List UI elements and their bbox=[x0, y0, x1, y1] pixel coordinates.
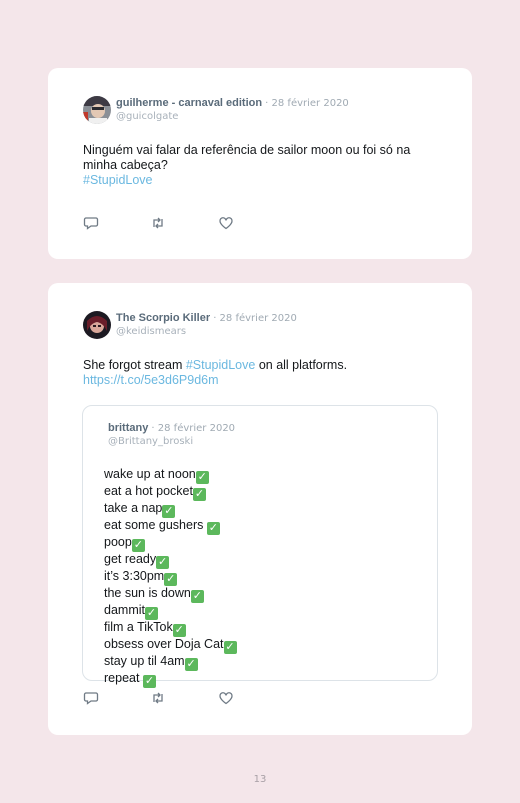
author-handle[interactable]: @keidismears bbox=[116, 325, 297, 338]
check-mark-icon: ✓ bbox=[184, 658, 198, 671]
check-mark-icon: ✓ bbox=[206, 522, 220, 535]
quoted-list-item: film a TikTok ✓ bbox=[104, 620, 237, 637]
tweet-actions bbox=[83, 690, 243, 706]
check-mark-icon: ✓ bbox=[195, 471, 209, 484]
quoted-date: · 28 février 2020 bbox=[151, 423, 236, 434]
page-number: 13 bbox=[253, 774, 267, 785]
quoted-list-text: stay up til 4am bbox=[104, 654, 185, 668]
url-link[interactable]: https://t.co/5e3d6P9d6m bbox=[83, 373, 443, 388]
tweet-text: She forgot stream #StupidLove on all pla… bbox=[83, 358, 443, 388]
quoted-list-item: get ready ✓ bbox=[104, 552, 237, 569]
quoted-list-text: eat some gushers bbox=[104, 518, 207, 532]
tweet-header: The Scorpio Killer · 28 février 2020 @ke… bbox=[83, 311, 297, 339]
quoted-header: brittany · 28 février 2020 @Brittany_bro… bbox=[108, 422, 235, 448]
quoted-tweet[interactable]: brittany · 28 février 2020 @Brittany_bro… bbox=[82, 405, 438, 688]
quoted-list-item: eat some gushers ✓ bbox=[104, 518, 237, 535]
like-icon[interactable] bbox=[218, 215, 234, 231]
reply-icon[interactable] bbox=[83, 215, 99, 231]
check-mark-icon: ✓ bbox=[172, 624, 186, 637]
tweet-header: guilherme - carnaval edition · 28 févrie… bbox=[83, 96, 349, 124]
quoted-list-text: it’s 3:30pm bbox=[104, 569, 165, 583]
tweet-text-line: minha cabeça? bbox=[83, 158, 168, 172]
tweet-text-segment: She forgot stream bbox=[83, 358, 186, 372]
like-icon[interactable] bbox=[218, 690, 234, 706]
tweet-date: · 28 février 2020 bbox=[213, 313, 297, 324]
retweet-icon[interactable] bbox=[150, 215, 166, 231]
quoted-list-text: film a TikTok bbox=[104, 620, 173, 634]
tweet-card: The Scorpio Killer · 28 février 2020 @ke… bbox=[48, 283, 472, 735]
check-mark-icon: ✓ bbox=[223, 641, 237, 654]
tweet-text-segment: on all platforms. bbox=[255, 358, 348, 372]
quoted-list-text: obsess over Doja Cat bbox=[104, 637, 224, 651]
quoted-author-name[interactable]: brittany bbox=[108, 422, 148, 434]
author-name[interactable]: The Scorpio Killer bbox=[116, 312, 210, 324]
hashtag-link[interactable]: #StupidLove bbox=[83, 173, 443, 188]
quoted-list-text: get ready bbox=[104, 552, 157, 566]
quoted-list-item: stay up til 4am ✓ bbox=[104, 654, 237, 671]
check-mark-icon: ✓ bbox=[156, 556, 170, 569]
avatar[interactable] bbox=[83, 96, 111, 124]
check-mark-icon: ✓ bbox=[142, 675, 156, 688]
tweet-text-line: Ninguém vai falar da referência de sailo… bbox=[83, 143, 411, 157]
quoted-list-item: obsess over Doja Cat ✓ bbox=[104, 637, 237, 654]
quoted-list-item: the sun is down ✓ bbox=[104, 586, 237, 603]
check-mark-icon: ✓ bbox=[164, 573, 178, 586]
avatar[interactable] bbox=[83, 311, 111, 339]
quoted-list-text: take a nap bbox=[104, 501, 163, 515]
tweet-actions bbox=[83, 215, 243, 231]
quoted-list-item: it’s 3:30pm ✓ bbox=[104, 569, 237, 586]
check-mark-icon: ✓ bbox=[190, 590, 204, 603]
quoted-list-item: take a nap ✓ bbox=[104, 501, 237, 518]
quoted-list-item: repeat ✓ bbox=[104, 671, 237, 688]
quoted-author-handle[interactable]: @Brittany_broski bbox=[108, 435, 235, 448]
retweet-icon[interactable] bbox=[150, 690, 166, 706]
quoted-list-text: wake up at noon bbox=[104, 467, 196, 481]
quoted-list-item: dammit ✓ bbox=[104, 603, 237, 620]
check-mark-icon: ✓ bbox=[192, 488, 206, 501]
check-mark-icon: ✓ bbox=[144, 607, 158, 620]
quoted-list-item: poop ✓ bbox=[104, 535, 237, 552]
reply-icon[interactable] bbox=[83, 690, 99, 706]
author-name[interactable]: guilherme - carnaval edition bbox=[116, 97, 262, 109]
quoted-list-text: poop bbox=[104, 535, 132, 549]
quoted-list-item: eat a hot pocket ✓ bbox=[104, 484, 237, 501]
author-handle[interactable]: @guicolgate bbox=[116, 110, 349, 123]
check-mark-icon: ✓ bbox=[162, 505, 176, 518]
quoted-list-text: repeat bbox=[104, 671, 143, 685]
tweet-text: Ninguém vai falar da referência de sailo… bbox=[83, 143, 443, 188]
quoted-text-list: wake up at noon ✓ eat a hot pocket ✓ take a … bbox=[104, 467, 237, 688]
quoted-list-text: dammit bbox=[104, 603, 145, 617]
quoted-list-text: eat a hot pocket bbox=[104, 484, 193, 498]
tweet-date: · 28 février 2020 bbox=[265, 98, 349, 109]
quoted-list-text: the sun is down bbox=[104, 586, 191, 600]
hashtag-link[interactable]: #StupidLove bbox=[186, 358, 256, 372]
tweet-card: guilherme - carnaval edition · 28 févrie… bbox=[48, 68, 472, 259]
quoted-list-item: wake up at noon ✓ bbox=[104, 467, 237, 484]
check-mark-icon: ✓ bbox=[131, 539, 145, 552]
